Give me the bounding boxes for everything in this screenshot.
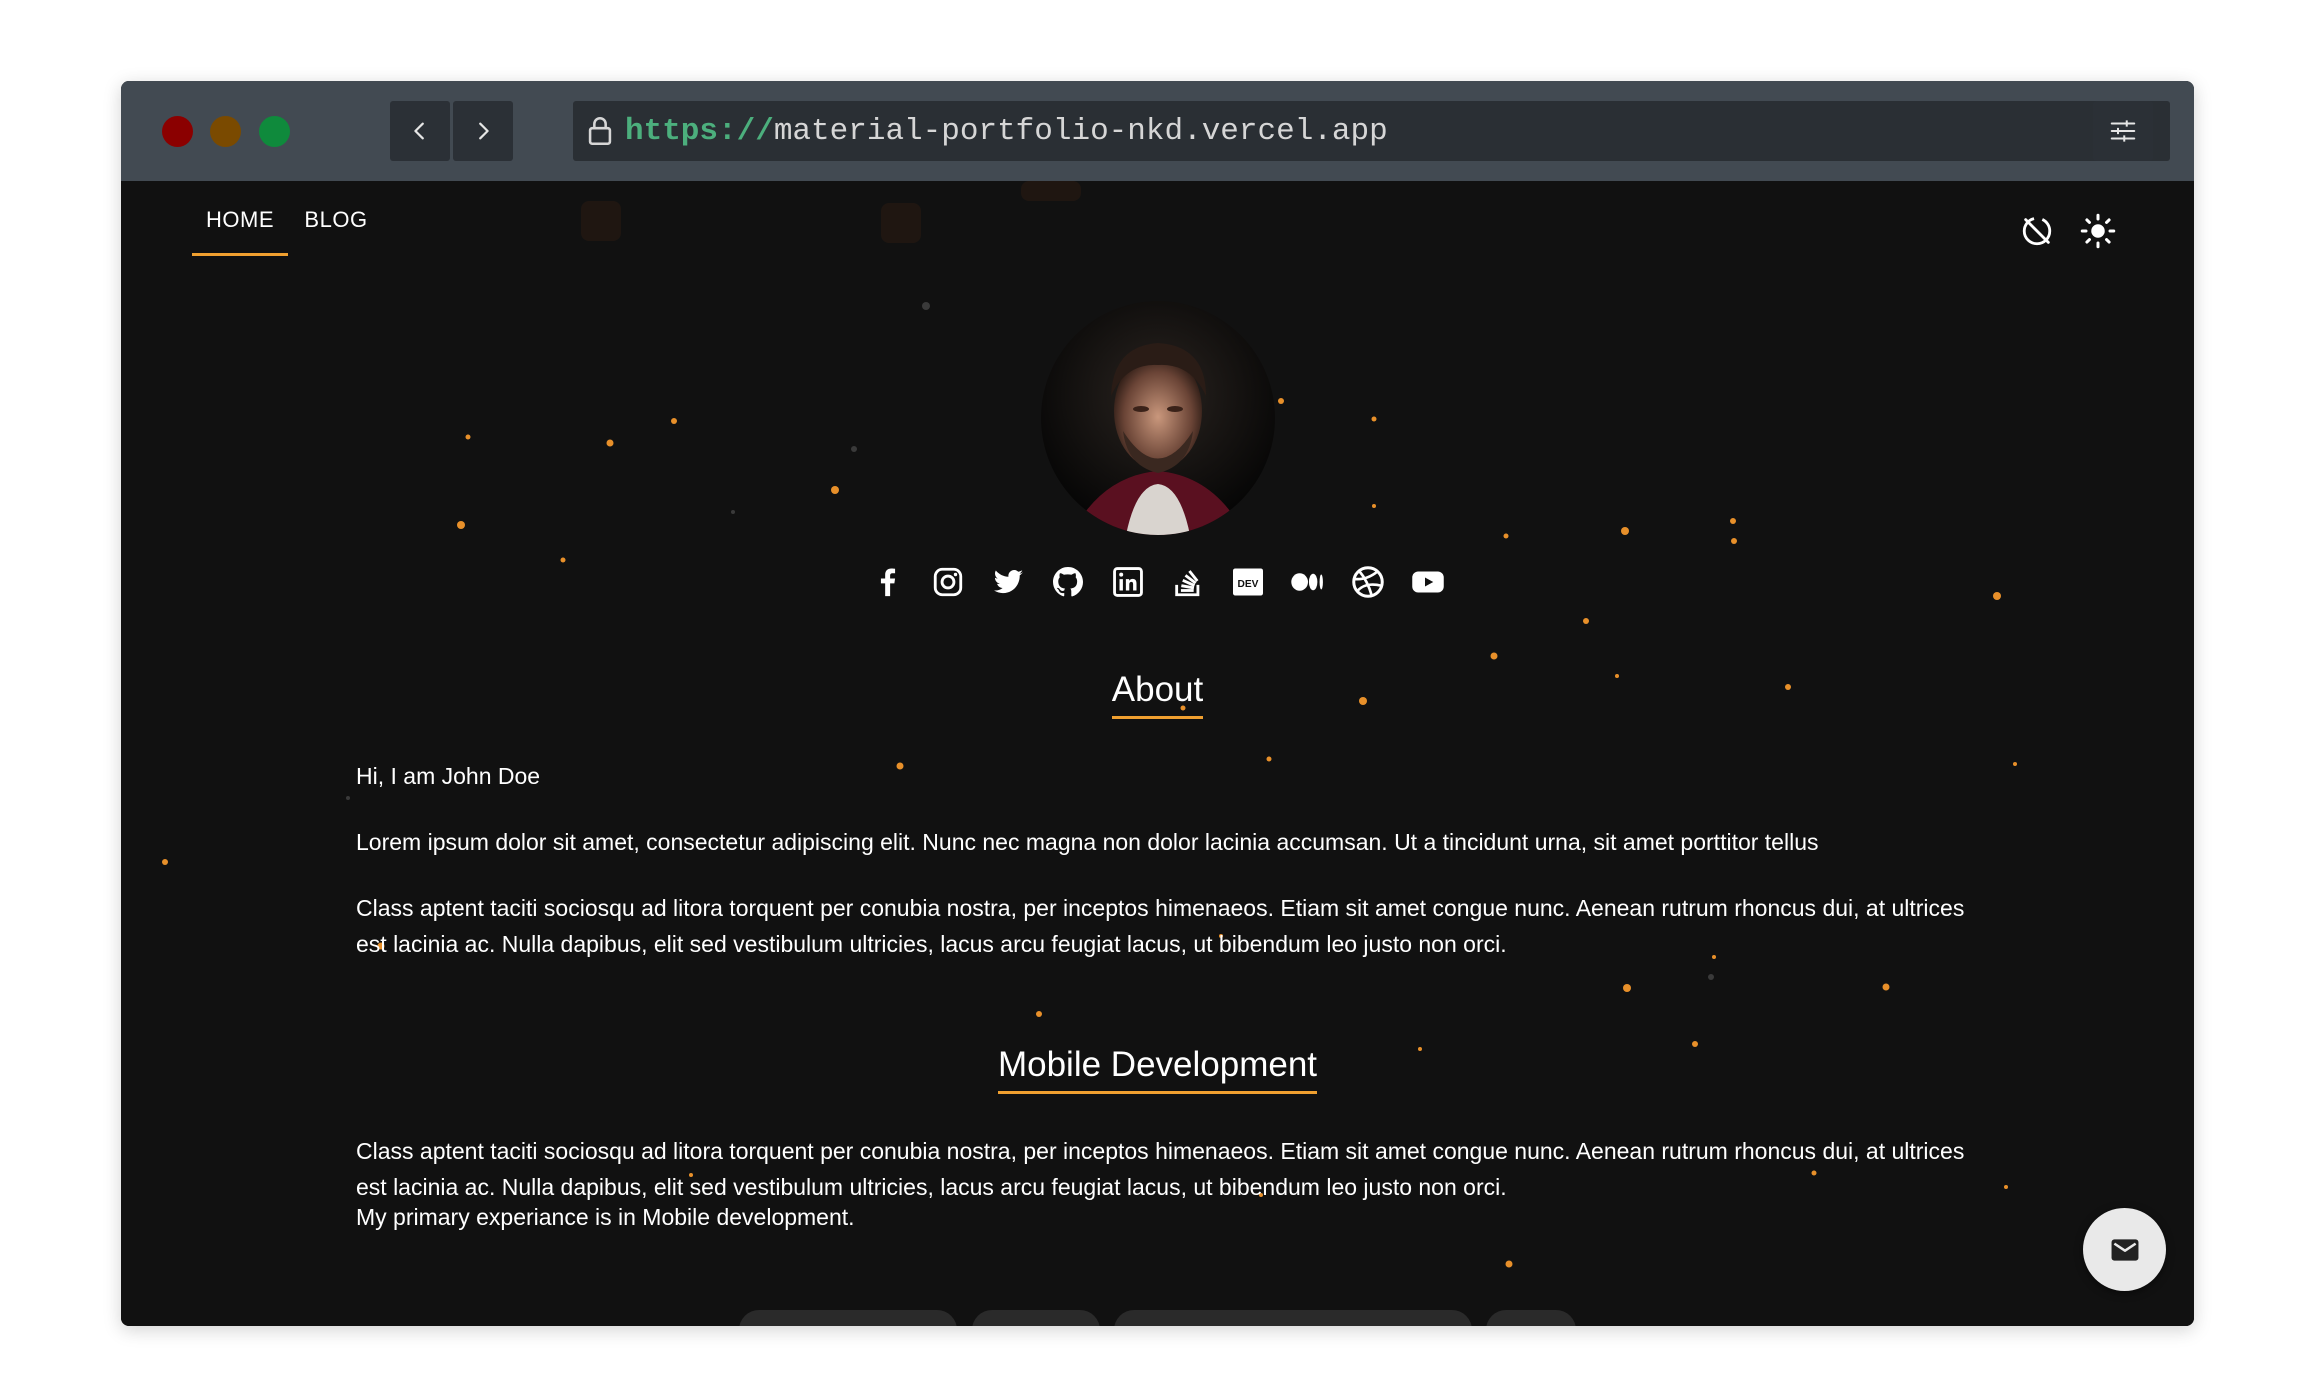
mail-icon [2111,1238,2138,1261]
url-host: material-portfolio-nkd.vercel.app [773,113,1388,149]
twitter-icon[interactable] [990,564,1026,600]
page-content: HOME BLOG DEV About Hi, I am John Doe Lo… [121,181,2194,1326]
about-heading: About [121,670,2194,719]
skill-chip[interactable] [1114,1310,1472,1326]
forward-button[interactable] [453,101,513,161]
url-scheme: https:// [625,113,774,149]
chevron-left-icon [414,122,424,140]
instagram-icon[interactable] [930,564,966,600]
back-button[interactable] [390,101,450,161]
tab-home[interactable]: HOME [192,181,288,259]
tab-blog[interactable]: BLOG [296,181,376,259]
mobile-paragraph-2: My primary experiance is in Mobile devel… [356,1204,855,1230]
svg-text:DEV: DEV [1237,579,1258,590]
dribbble-icon[interactable] [1350,564,1386,600]
browser-toolbar: https://material-portfolio-nkd.vercel.ap… [121,81,2194,181]
tab-blog-label: BLOG [304,207,368,232]
about-heading-text: About [1111,670,1204,719]
theme-toggle-button[interactable] [2078,211,2118,251]
toggle-particles-button[interactable] [2017,211,2057,251]
dev-icon[interactable]: DEV [1230,564,1266,600]
avatar [1041,301,1275,535]
about-paragraph-3: Class aptent taciti sociosqu ad litora t… [356,895,1965,957]
about-paragraph-2: Lorem ipsum dolor sit amet, consectetur … [356,829,1819,855]
sliders-icon [2110,120,2136,142]
mobile-paragraph-1: Class aptent taciti sociosqu ad litora t… [356,1138,1965,1200]
mobile-development-heading-text: Mobile Development [997,1045,1318,1094]
maximize-window-button[interactable] [259,116,290,147]
skill-chip[interactable] [1486,1310,1576,1326]
social-links: DEV [121,564,2194,600]
linkedin-icon[interactable] [1110,564,1146,600]
close-window-button[interactable] [162,116,193,147]
sun-icon [2080,213,2116,249]
chevron-right-icon [479,122,489,140]
skill-chip[interactable] [972,1310,1100,1326]
medium-icon[interactable] [1290,564,1326,600]
tab-home-label: HOME [206,207,274,232]
active-tab-indicator [192,253,288,256]
lock-icon [588,117,612,146]
youtube-icon[interactable] [1410,564,1446,600]
contact-button[interactable] [2083,1208,2166,1291]
stackoverflow-icon[interactable] [1170,564,1206,600]
minimize-window-button[interactable] [210,116,241,147]
settings-button[interactable] [2093,101,2153,161]
motion-off-icon [2022,216,2052,246]
mobile-development-heading: Mobile Development [121,1045,2194,1094]
address-bar[interactable]: https://material-portfolio-nkd.vercel.ap… [573,101,2170,161]
github-icon[interactable] [1050,564,1086,600]
facebook-icon[interactable] [870,564,906,600]
browser-window: https://material-portfolio-nkd.vercel.ap… [121,81,2194,1326]
about-paragraph-1: Hi, I am John Doe [356,763,541,789]
skill-chip[interactable] [739,1310,957,1326]
url-text: https://material-portfolio-nkd.vercel.ap… [625,114,1388,149]
